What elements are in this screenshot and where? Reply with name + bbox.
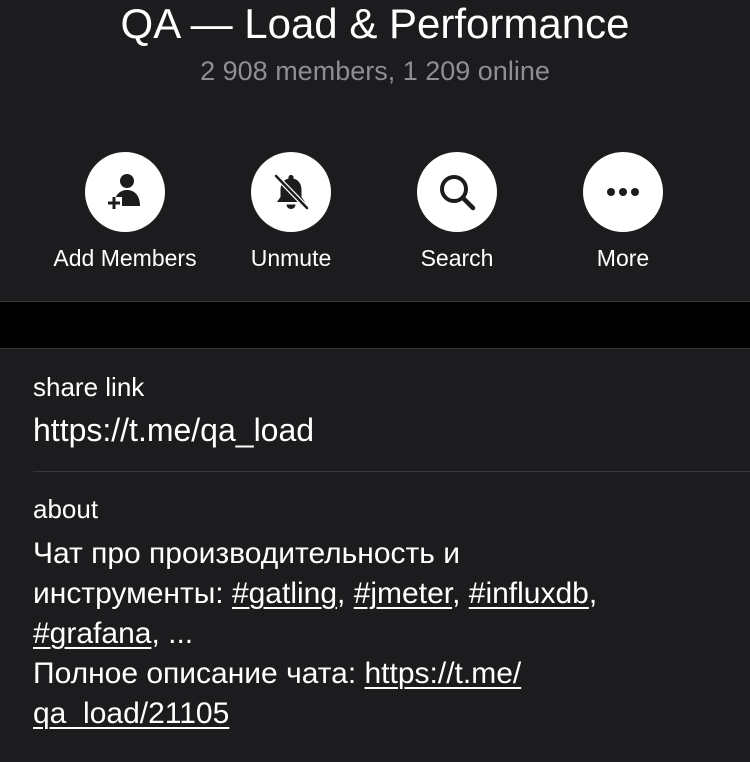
- member-count: 2 908 members, 1 209 online: [200, 56, 550, 86]
- full-description-link-start[interactable]: https://t.me/: [365, 657, 522, 690]
- tags-ellipsis: , ...: [151, 617, 194, 650]
- add-member-icon: [106, 174, 140, 210]
- chat-info-header: QA — Load & Performance 2 908 members, 1…: [0, 0, 750, 302]
- about-tools-prefix: инструменты:: [33, 577, 232, 610]
- full-description-link-end[interactable]: qa_load/21105: [33, 697, 229, 730]
- more-circle[interactable]: [583, 152, 663, 232]
- search-label: Search: [420, 245, 494, 271]
- hashtag-influxdb[interactable]: #influxdb: [469, 577, 589, 610]
- about-caption: about: [33, 494, 99, 524]
- more-label: More: [596, 245, 650, 271]
- unmute-circle[interactable]: [251, 152, 331, 232]
- search-icon: [440, 175, 476, 211]
- hashtag-grafana[interactable]: #grafana: [33, 617, 151, 650]
- add-members-label: Add Members: [53, 245, 197, 271]
- unmute-label: Unmute: [250, 245, 332, 271]
- more-button[interactable]: More: [528, 152, 718, 282]
- about-description: Чат про производительность и инструменты…: [33, 537, 598, 730]
- about-line-1: Чат про производительность и: [33, 537, 461, 570]
- chat-title: QA — Load & Performance: [120, 0, 630, 47]
- section-gap: [0, 302, 750, 348]
- unmute-button[interactable]: Unmute: [196, 152, 386, 282]
- hashtag-gatling[interactable]: #gatling: [232, 577, 337, 610]
- hashtag-jmeter[interactable]: #jmeter: [354, 577, 452, 610]
- share-link-value[interactable]: https://t.me/qa_load: [33, 410, 314, 450]
- search-circle[interactable]: [417, 152, 497, 232]
- bell-muted-icon: [273, 173, 310, 211]
- search-button[interactable]: Search: [362, 152, 552, 282]
- add-members-button[interactable]: Add Members: [30, 152, 220, 282]
- add-members-circle[interactable]: [85, 152, 165, 232]
- chat-info-panel: share link https://t.me/qa_load about Ча…: [0, 348, 750, 762]
- row-divider: [33, 471, 750, 472]
- more-icon: [607, 188, 639, 196]
- share-link-caption: share link: [33, 372, 145, 402]
- full-description-prefix: Полное описание чата:: [33, 657, 365, 690]
